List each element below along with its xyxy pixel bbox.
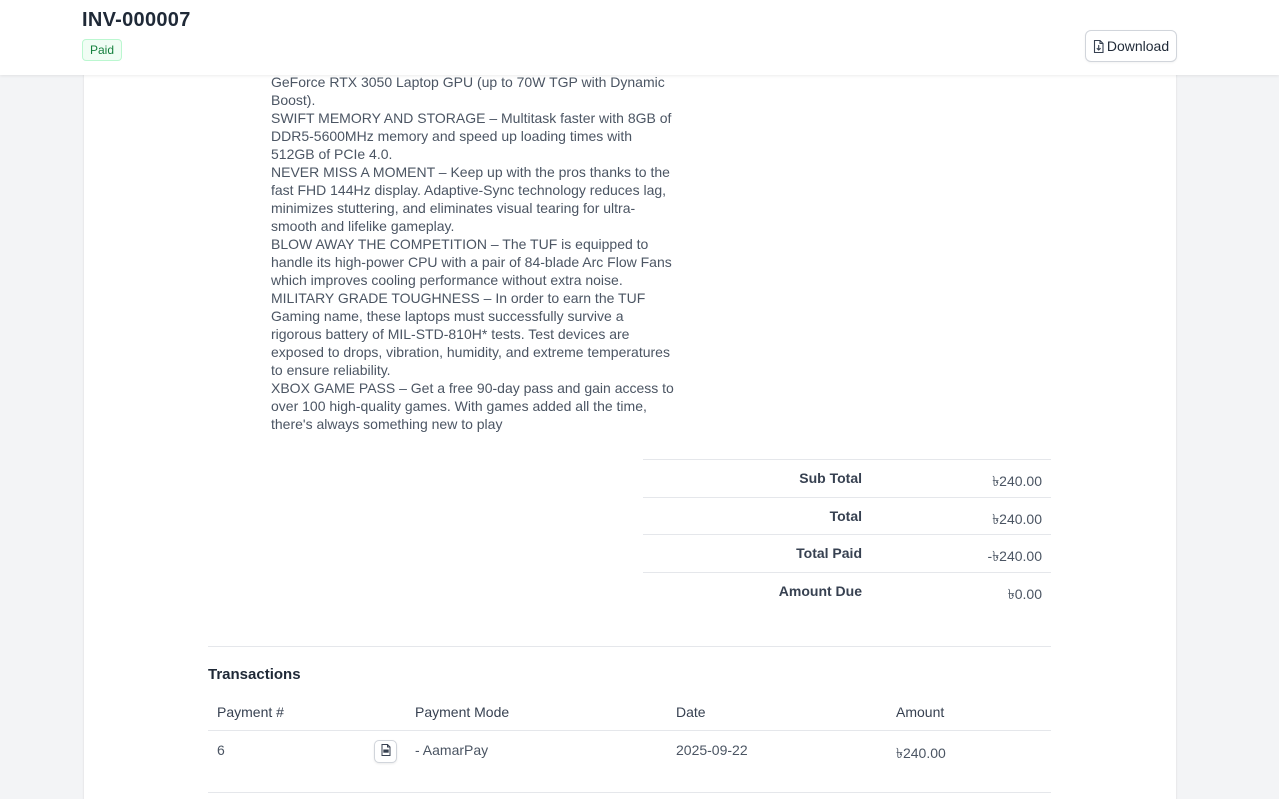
item-description: GeForce RTX 3050 Laptop GPU (up to 70W T… (271, 73, 674, 433)
description-line: fast FHD 144Hz display. Adaptive-Sync te… (271, 182, 667, 198)
description-line: XBOX GAME PASS – Get a free 90-day pass … (271, 380, 674, 396)
description-line: to ensure reliability. (271, 362, 391, 378)
download-button[interactable]: Download (1085, 30, 1177, 62)
total-paid-value: -৳240.00 (987, 548, 1042, 564)
description-line: 512GB of PCIe 4.0. (271, 146, 393, 162)
description-line: SWIFT MEMORY AND STORAGE – Multitask fas… (271, 110, 672, 126)
payment-date: 2025-09-22 (676, 742, 748, 758)
download-button-label: Download (1106, 38, 1170, 54)
description-line: BLOW AWAY THE COMPETITION – The TUF is e… (271, 236, 649, 252)
total-paid-label: Total Paid (796, 545, 862, 561)
total-label: Total (829, 507, 862, 524)
sub-total-value: ৳240.00 (992, 473, 1042, 489)
col-payment-mode: Payment Mode (415, 704, 510, 720)
col-payment-no: Payment # (217, 704, 284, 720)
payment-mode: - AamarPay (415, 742, 489, 758)
table-row: 6 - AamarPay 2025-09-22 ৳240.00 (208, 731, 1051, 793)
description-line: there's always something new to play (271, 416, 503, 432)
payment-amount: ৳240.00 (896, 745, 946, 761)
description-line: exposed to drops, vibration, humidity, a… (271, 344, 670, 360)
page-header: INV-000007 Paid Download (0, 0, 1279, 75)
transactions-header-row: Payment # Payment Mode Date Amount (208, 697, 1051, 731)
amount-due-value: ৳0.00 (1007, 585, 1042, 602)
amount-due-label: Amount Due (778, 582, 862, 599)
section-divider (208, 646, 1051, 647)
description-line: which improves cooling performance witho… (271, 272, 623, 288)
total-value: ৳240.00 (992, 510, 1042, 527)
pdf-file-icon (381, 744, 391, 759)
description-line: Boost). (271, 92, 316, 108)
transactions-title: Transactions (208, 666, 301, 683)
receipt-pdf-button[interactable] (374, 740, 397, 763)
description-line: MILITARY GRADE TOUGHNESS – In order to e… (271, 290, 646, 306)
description-line: rigorous battery of MIL-STD-810H* tests.… (271, 326, 630, 342)
total-row: Total ৳240.00 (643, 496, 1051, 535)
description-line: NEVER MISS A MOMENT – Keep up with the p… (271, 164, 670, 180)
description-line: DDR5-5600MHz memory and speed up loading… (271, 128, 633, 144)
amount-due-row: Amount Due ৳0.00 (643, 571, 1051, 610)
description-line: over 100 high-quality games. With games … (271, 398, 647, 414)
file-download-icon (1093, 39, 1104, 53)
col-date: Date (676, 704, 706, 720)
description-line: GeForce RTX 3050 Laptop GPU (up to 70W T… (271, 74, 665, 90)
description-line: Gaming name, these laptops must successf… (271, 308, 624, 324)
transactions-table: Payment # Payment Mode Date Amount 6 - A… (208, 697, 1051, 793)
payment-number: 6 (217, 742, 225, 758)
description-line: smooth and lifelike gameplay. (271, 218, 455, 234)
description-line: handle its high-power CPU with a pair of… (271, 254, 672, 270)
status-badge: Paid (82, 39, 123, 61)
col-amount: Amount (896, 704, 945, 720)
total-paid-row: Total Paid -৳240.00 (643, 534, 1051, 572)
sub-total-row: Sub Total ৳240.00 (643, 459, 1051, 497)
totals-table: Sub Total ৳240.00 Total ৳240.00 Total Pa… (643, 459, 1051, 609)
invoice-number: INV-000007 (82, 9, 191, 31)
description-line: minimizes stuttering, and eliminates vis… (271, 200, 636, 216)
sub-total-label: Sub Total (799, 470, 862, 486)
